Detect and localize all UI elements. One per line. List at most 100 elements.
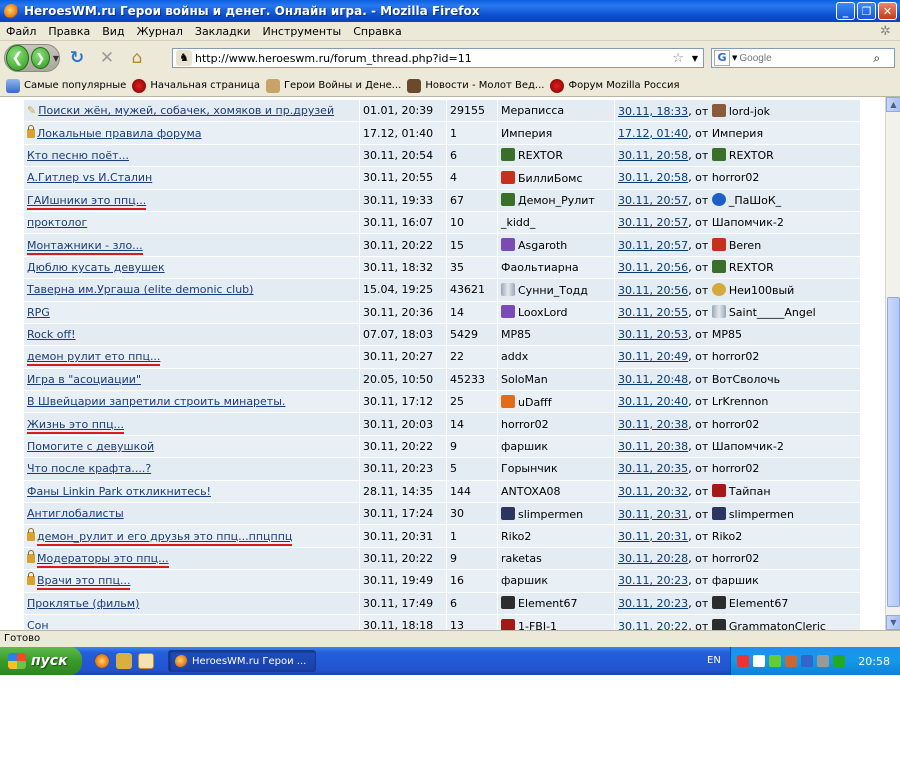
update-tray-icon[interactable]	[785, 655, 797, 667]
thread-author[interactable]: 1-FBI-1	[518, 620, 557, 630]
thread-author[interactable]: ANTOXA08	[501, 485, 561, 498]
search-input[interactable]	[739, 52, 870, 64]
last-poster[interactable]: MP85	[712, 328, 742, 341]
last-poster[interactable]: REXTOR	[729, 261, 774, 274]
bookmark-mozilla-forum[interactable]: Форум Mozilla Россия	[550, 78, 680, 93]
thread-link[interactable]: Фаны Linkin Park откликнитесь!	[27, 485, 211, 498]
bookmark-most-visited[interactable]: Самые популярные	[6, 78, 126, 93]
last-post-link[interactable]: 30.11, 20:40	[618, 395, 688, 408]
last-post-link[interactable]: 30.11, 20:48	[618, 373, 688, 386]
firefox-quicklaunch-icon[interactable]	[94, 653, 110, 669]
last-poster[interactable]: Шапомчик-2	[712, 440, 784, 453]
thread-author[interactable]: Element67	[518, 597, 578, 610]
thread-author[interactable]: LooxLord	[518, 306, 568, 319]
scroll-up-icon[interactable]: ▲	[886, 97, 900, 112]
last-poster[interactable]: REXTOR	[729, 149, 774, 162]
last-poster[interactable]: _ПаШоК_	[729, 194, 781, 207]
volume-tray-icon[interactable]	[817, 655, 829, 667]
thread-author[interactable]: horror02	[501, 418, 549, 431]
antivirus-tray-icon[interactable]	[737, 655, 749, 667]
thread-author[interactable]: Riko2	[501, 530, 531, 543]
thread-link[interactable]: Поиски жён, мужей, собачек, хомяков и пр…	[38, 104, 334, 117]
vertical-scrollbar[interactable]: ▲ ▼	[885, 97, 900, 630]
thread-link[interactable]: ГАИшники это ппц...	[27, 193, 147, 210]
window-titlebar[interactable]: HeroesWM.ru Герои войны и денег. Онлайн …	[0, 0, 900, 22]
last-poster[interactable]: horror02	[712, 418, 760, 431]
last-poster[interactable]: Империя	[712, 127, 763, 140]
maximize-button[interactable]: ❐	[857, 2, 876, 20]
last-post-link[interactable]: 30.11, 20:31	[618, 508, 688, 521]
last-poster[interactable]: фаршик	[712, 574, 759, 587]
address-bar[interactable]: ♞ http://www.heroeswm.ru/forum_thread.ph…	[172, 48, 704, 68]
thread-author[interactable]: фаршик	[501, 574, 548, 587]
last-poster[interactable]: Saint_____Angel	[729, 306, 816, 319]
last-post-link[interactable]: 30.11, 20:53	[618, 328, 688, 341]
thread-link[interactable]: Игра в "асоциации"	[27, 373, 141, 386]
last-post-link[interactable]: 30.11, 20:32	[618, 485, 688, 498]
display-tray-icon[interactable]	[801, 655, 813, 667]
thread-author[interactable]: Демон_Рулит	[518, 194, 595, 207]
last-post-link[interactable]: 30.11, 20:23	[618, 574, 688, 587]
thread-link[interactable]: Модераторы это ппц...	[37, 552, 169, 568]
last-poster[interactable]: horror02	[712, 350, 760, 363]
network-tray-icon[interactable]	[753, 655, 765, 667]
menu-view[interactable]: Вид	[96, 25, 130, 38]
winamp-quicklaunch-icon[interactable]	[116, 653, 132, 669]
menu-file[interactable]: Файл	[0, 25, 42, 38]
thread-link[interactable]: проктолог	[27, 216, 87, 229]
thread-link[interactable]: Что после крафта....?	[27, 462, 151, 475]
search-bar[interactable]: G ▼ ⌕	[711, 48, 895, 68]
last-post-link[interactable]: 30.11, 20:35	[618, 462, 688, 475]
forward-button[interactable]: ❯	[30, 47, 50, 69]
thread-link[interactable]: Жизнь это ппц...	[27, 417, 125, 434]
media-quicklaunch-icon[interactable]	[138, 653, 154, 669]
home-icon[interactable]: ⌂	[124, 48, 150, 68]
scroll-thumb[interactable]	[887, 297, 900, 607]
url-dropdown-icon[interactable]: ▼	[692, 54, 698, 63]
thread-author[interactable]: addx	[501, 350, 528, 363]
last-poster[interactable]: slimpermen	[729, 508, 794, 521]
last-post-link[interactable]: 30.11, 20:55	[618, 306, 688, 319]
last-post-link[interactable]: 30.11, 20:56	[618, 261, 688, 274]
security-tray-icon[interactable]	[769, 655, 781, 667]
thread-link[interactable]: Проклятье (фильм)	[27, 597, 139, 610]
thread-link[interactable]: Сон	[27, 619, 49, 630]
thread-author[interactable]: Горынчик	[501, 462, 558, 475]
bookmark-start-page[interactable]: Начальная страница	[132, 78, 260, 93]
address-url[interactable]: http://www.heroeswm.ru/forum_thread.php?…	[195, 52, 672, 65]
last-poster[interactable]: horror02	[712, 171, 760, 184]
start-button[interactable]: пуск	[0, 647, 82, 675]
search-engine-icon[interactable]: G	[714, 50, 730, 66]
thread-author[interactable]: REXTOR	[518, 149, 563, 162]
thread-link[interactable]: Таверна им.Ургаша (elite demonic club)	[27, 283, 253, 296]
last-poster[interactable]: GrammatonCleric	[729, 620, 826, 630]
thread-author[interactable]: raketas	[501, 552, 542, 565]
thread-author[interactable]: uDafff	[518, 396, 552, 409]
last-post-link[interactable]: 30.11, 20:57	[618, 194, 688, 207]
last-post-link[interactable]: 17.12, 01:40	[618, 127, 688, 140]
last-post-link[interactable]: 30.11, 18:33	[618, 105, 688, 118]
last-post-link[interactable]: 30.11, 20:22	[618, 620, 688, 630]
last-poster[interactable]: ВотСволочь	[712, 373, 780, 386]
history-dropdown-icon[interactable]: ▼	[53, 54, 59, 63]
last-poster[interactable]: Element67	[729, 597, 789, 610]
last-poster[interactable]: Beren	[729, 239, 761, 252]
messenger-tray-icon[interactable]	[833, 655, 845, 667]
last-post-link[interactable]: 30.11, 20:58	[618, 149, 688, 162]
thread-link[interactable]: Антиглобалисты	[27, 507, 124, 520]
thread-link[interactable]: Дюблю кусать девушек	[27, 261, 165, 274]
thread-link[interactable]: Кто песню поёт...	[27, 149, 129, 162]
last-post-link[interactable]: 30.11, 20:28	[618, 552, 688, 565]
last-poster[interactable]: horror02	[712, 552, 760, 565]
scroll-down-icon[interactable]: ▼	[886, 615, 900, 630]
thread-author[interactable]: SoloMan	[501, 373, 548, 386]
thread-author[interactable]: _kidd_	[501, 216, 535, 229]
menu-history[interactable]: Журнал	[131, 25, 189, 38]
thread-link[interactable]: А.Гитлер vs И.Сталин	[27, 171, 152, 184]
thread-link[interactable]: демон рулит ето ппц...	[27, 350, 161, 367]
thread-author[interactable]: slimpermen	[518, 508, 583, 521]
last-post-link[interactable]: 30.11, 20:31	[618, 530, 688, 543]
last-post-link[interactable]: 30.11, 20:57	[618, 239, 688, 252]
reload-icon[interactable]: ↻	[64, 48, 90, 68]
stop-icon[interactable]: ✕	[94, 48, 120, 68]
